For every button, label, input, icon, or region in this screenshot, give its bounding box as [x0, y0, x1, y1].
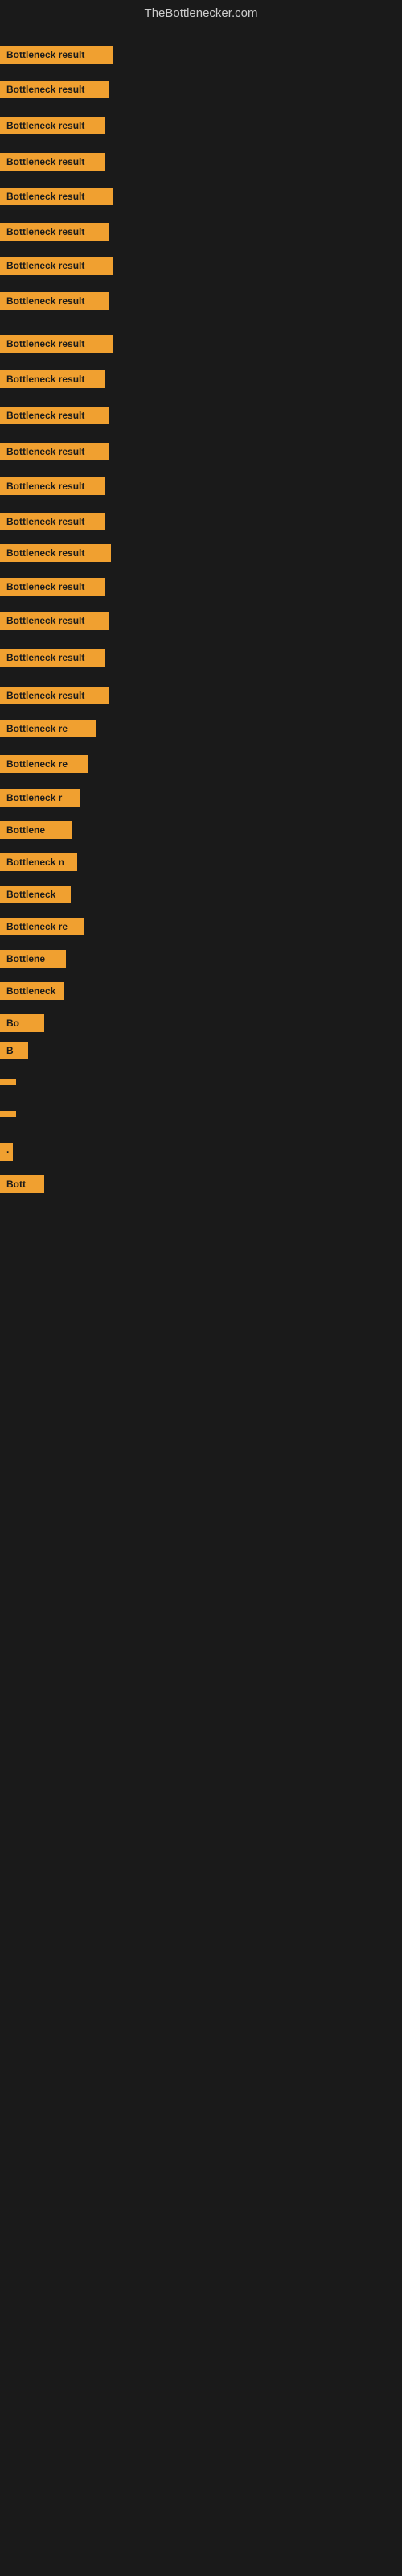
- bottleneck-result-badge[interactable]: Bottleneck n: [0, 853, 77, 871]
- bottleneck-result-badge[interactable]: Bottleneck result: [0, 117, 105, 134]
- bottleneck-result-badge[interactable]: Bottleneck result: [0, 687, 109, 704]
- bottleneck-result-badge[interactable]: Bottleneck result: [0, 80, 109, 98]
- site-title: TheBottlenecker.com: [0, 0, 402, 30]
- bottleneck-result-badge[interactable]: Bottlene: [0, 821, 72, 839]
- bottleneck-result-badge[interactable]: ·: [0, 1143, 13, 1161]
- bottleneck-result-badge[interactable]: Bottleneck re: [0, 755, 88, 773]
- bottleneck-result-badge[interactable]: Bottleneck result: [0, 649, 105, 667]
- bottleneck-result-badge[interactable]: [0, 1079, 16, 1085]
- bottleneck-result-badge[interactable]: Bottleneck result: [0, 544, 111, 562]
- bottleneck-result-badge[interactable]: Bottleneck result: [0, 612, 109, 630]
- bottleneck-result-badge[interactable]: Bottleneck result: [0, 223, 109, 241]
- header: TheBottlenecker.com: [0, 0, 402, 30]
- bottleneck-result-badge[interactable]: Bottleneck result: [0, 370, 105, 388]
- bottleneck-result-badge[interactable]: B: [0, 1042, 28, 1059]
- bottleneck-result-badge[interactable]: Bottleneck result: [0, 153, 105, 171]
- bottleneck-result-badge[interactable]: Bottleneck result: [0, 578, 105, 596]
- bottleneck-result-badge[interactable]: Bottleneck result: [0, 443, 109, 460]
- bottleneck-result-badge[interactable]: Bottleneck result: [0, 46, 113, 64]
- bottleneck-result-badge[interactable]: [0, 1111, 16, 1117]
- bottleneck-result-badge[interactable]: Bo: [0, 1014, 44, 1032]
- bottleneck-result-badge[interactable]: Bottleneck re: [0, 720, 96, 737]
- bottleneck-result-badge[interactable]: Bottleneck: [0, 982, 64, 1000]
- bottleneck-result-badge[interactable]: Bottlene: [0, 950, 66, 968]
- bottleneck-result-badge[interactable]: Bottleneck result: [0, 407, 109, 424]
- bottleneck-result-badge[interactable]: Bottleneck result: [0, 335, 113, 353]
- bottleneck-result-badge[interactable]: Bottleneck result: [0, 513, 105, 530]
- bottleneck-result-badge[interactable]: Bott: [0, 1175, 44, 1193]
- bottleneck-result-badge[interactable]: Bottleneck result: [0, 477, 105, 495]
- bottleneck-result-badge[interactable]: Bottleneck r: [0, 789, 80, 807]
- bottleneck-result-badge[interactable]: Bottleneck result: [0, 257, 113, 275]
- bottleneck-result-badge[interactable]: Bottleneck result: [0, 188, 113, 205]
- bottleneck-result-badge[interactable]: Bottleneck: [0, 886, 71, 903]
- bottleneck-result-badge[interactable]: Bottleneck result: [0, 292, 109, 310]
- bottleneck-result-badge[interactable]: Bottleneck re: [0, 918, 84, 935]
